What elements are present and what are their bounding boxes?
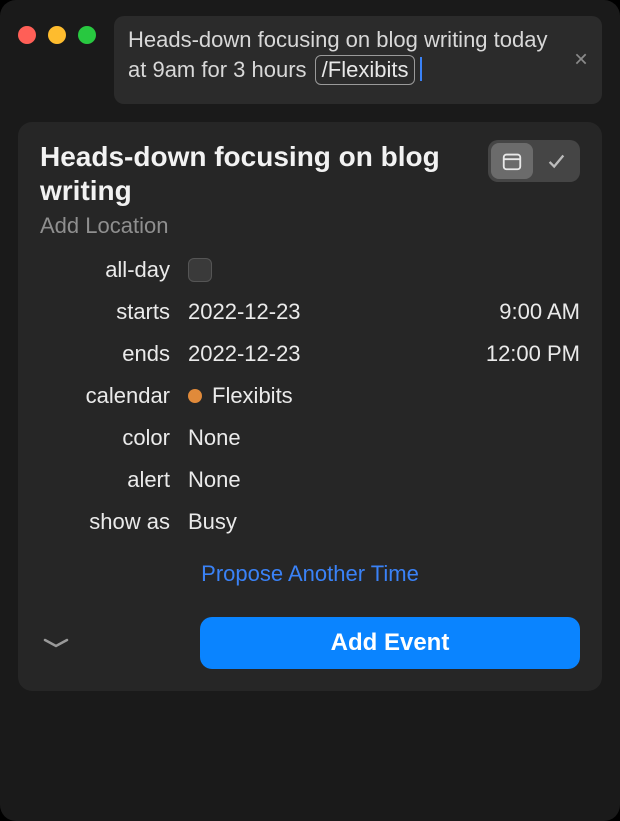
- event-card: Heads-down focusing on blog writing: [18, 122, 602, 691]
- ends-time[interactable]: 12:00 PM: [470, 341, 580, 367]
- color-value[interactable]: None: [188, 425, 580, 451]
- add-event-button[interactable]: Add Event: [200, 617, 580, 669]
- showas-label: show as: [40, 509, 170, 535]
- card-footer: Add Event: [40, 617, 580, 669]
- propose-another-time-link[interactable]: Propose Another Time: [40, 561, 580, 587]
- location-field[interactable]: Add Location: [40, 213, 580, 239]
- event-fields: all-day starts 2022-12-23 9:00 AM ends 2…: [40, 257, 580, 535]
- natural-language-input[interactable]: Heads-down focusing on blog writing toda…: [114, 16, 602, 104]
- expand-toggle-button[interactable]: [40, 636, 72, 650]
- ends-value: 2022-12-23 12:00 PM: [188, 341, 580, 367]
- alert-value[interactable]: None: [188, 467, 580, 493]
- calendar-token[interactable]: /Flexibits: [315, 55, 416, 86]
- clear-input-button[interactable]: ✕: [570, 48, 592, 71]
- event-title[interactable]: Heads-down focusing on blog writing: [40, 140, 476, 207]
- titlebar: Heads-down focusing on blog writing toda…: [0, 0, 620, 104]
- close-icon: ✕: [573, 49, 588, 69]
- calendar-label: calendar: [40, 383, 170, 409]
- quick-event-window: Heads-down focusing on blog writing toda…: [0, 0, 620, 821]
- window-controls: [18, 16, 96, 44]
- ends-label: ends: [40, 341, 170, 367]
- starts-date[interactable]: 2022-12-23: [188, 299, 348, 325]
- ends-date[interactable]: 2022-12-23: [188, 341, 348, 367]
- allday-checkbox[interactable]: [188, 258, 212, 282]
- calendar-color-dot: [188, 389, 202, 403]
- showas-value[interactable]: Busy: [188, 509, 580, 535]
- close-window-button[interactable]: [18, 26, 36, 44]
- allday-label: all-day: [40, 257, 170, 283]
- event-type-task-button[interactable]: [535, 143, 577, 179]
- calendar-name: Flexibits: [212, 383, 293, 409]
- alert-label: alert: [40, 467, 170, 493]
- event-type-event-button[interactable]: [491, 143, 533, 179]
- checkmark-icon: [545, 150, 567, 172]
- calendar-value[interactable]: Flexibits: [188, 383, 580, 409]
- starts-value: 2022-12-23 9:00 AM: [188, 299, 580, 325]
- minimize-window-button[interactable]: [48, 26, 66, 44]
- starts-label: starts: [40, 299, 170, 325]
- starts-time[interactable]: 9:00 AM: [470, 299, 580, 325]
- chevron-down-icon: [42, 636, 70, 650]
- allday-value: [188, 257, 580, 283]
- calendar-icon: [501, 150, 523, 172]
- text-cursor: [420, 57, 422, 81]
- card-header: Heads-down focusing on blog writing: [40, 140, 580, 207]
- color-label: color: [40, 425, 170, 451]
- event-type-toggle: [488, 140, 580, 182]
- zoom-window-button[interactable]: [78, 26, 96, 44]
